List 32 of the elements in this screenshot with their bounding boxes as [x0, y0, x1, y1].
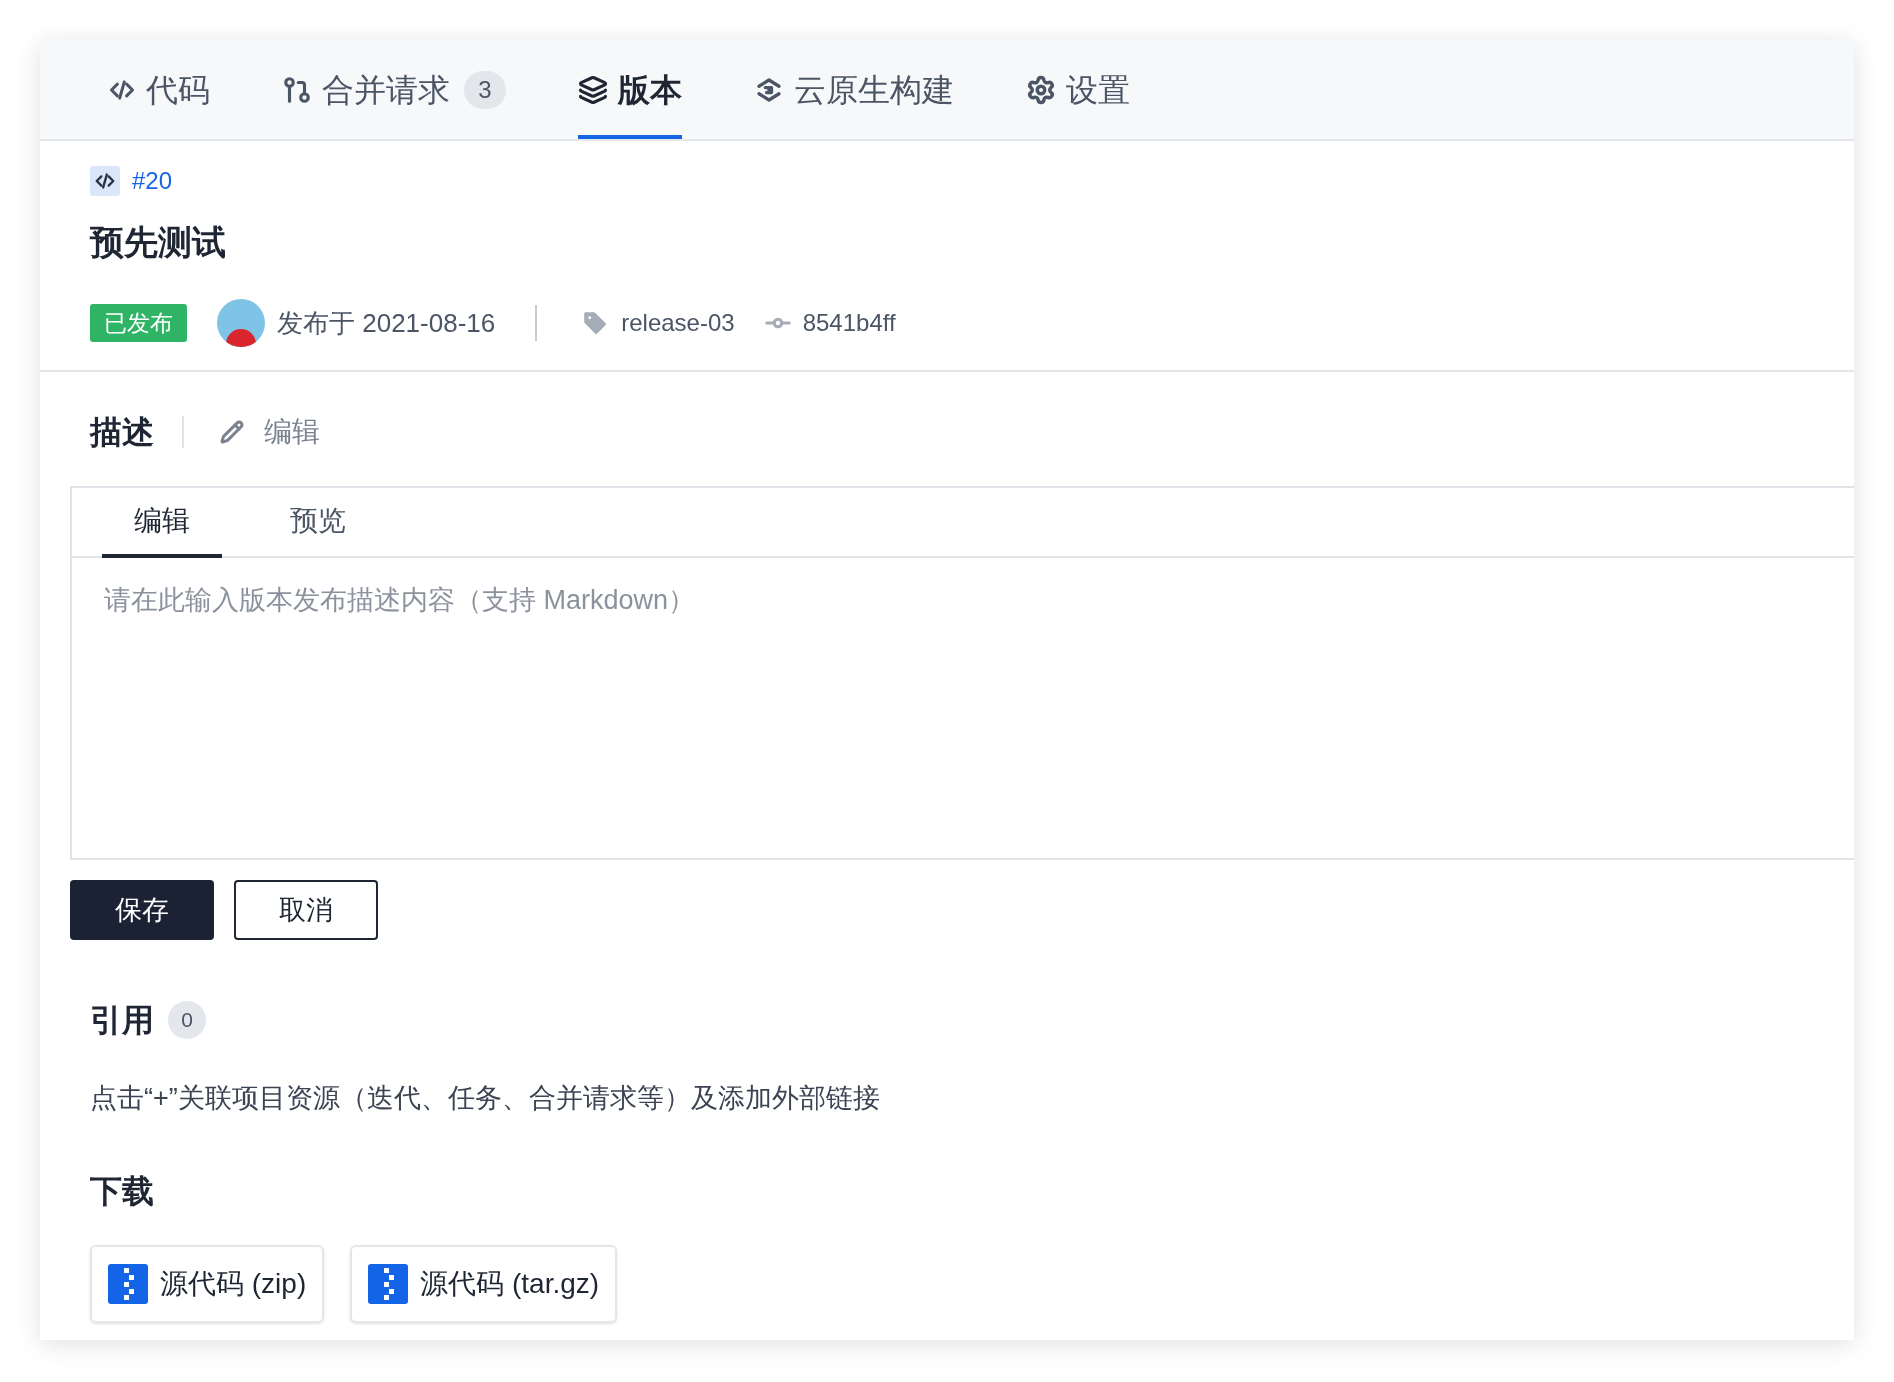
- avatar: [217, 299, 265, 347]
- cancel-button[interactable]: 取消: [234, 880, 378, 940]
- edit-link[interactable]: 编辑: [220, 411, 320, 453]
- nav-tab[interactable]: 合并请求 3: [282, 40, 506, 139]
- merge-request-icon: [282, 74, 312, 105]
- count-badge: 3: [464, 70, 506, 109]
- nav-tab[interactable]: 版本: [578, 40, 682, 139]
- publish-date: 发布于 2021-08-16: [277, 306, 496, 340]
- status-badge: 已发布: [90, 304, 187, 342]
- description-input[interactable]: 请在此输入版本发布描述内容（支持 Markdown）: [70, 558, 1854, 860]
- save-button[interactable]: 保存: [70, 880, 214, 940]
- editor-tab[interactable]: 编辑: [102, 488, 222, 558]
- section-heading: 引用: [90, 1001, 154, 1040]
- layers-icon: [578, 74, 608, 105]
- release-number-link[interactable]: #20: [132, 163, 173, 199]
- download-button[interactable]: 源代码 (tar.gz): [350, 1244, 618, 1323]
- references-hint: 点击“+”关联项目资源（迭代、任务、合并请求等）及添加外部链接: [90, 1082, 881, 1115]
- count-badge: 0: [168, 1001, 206, 1039]
- nav-tab[interactable]: 云原生构建: [754, 40, 954, 139]
- release-title: 预先测试: [90, 222, 227, 263]
- nav-tab[interactable]: 设置: [1026, 40, 1130, 139]
- nav-tab[interactable]: 代码: [108, 40, 210, 139]
- zip-file-icon: [368, 1263, 409, 1304]
- settings-icon: [1026, 74, 1056, 105]
- commit-hash: 8541b4ff: [802, 308, 896, 338]
- section-heading: 下载: [90, 1171, 155, 1211]
- section-heading: 描述: [90, 413, 154, 452]
- pencil-icon: [220, 420, 244, 444]
- download-button[interactable]: 源代码 (zip): [90, 1244, 325, 1323]
- tag-name: release-03: [621, 308, 735, 338]
- zip-file-icon: [108, 1263, 148, 1304]
- editor-tab[interactable]: 预览: [258, 488, 378, 558]
